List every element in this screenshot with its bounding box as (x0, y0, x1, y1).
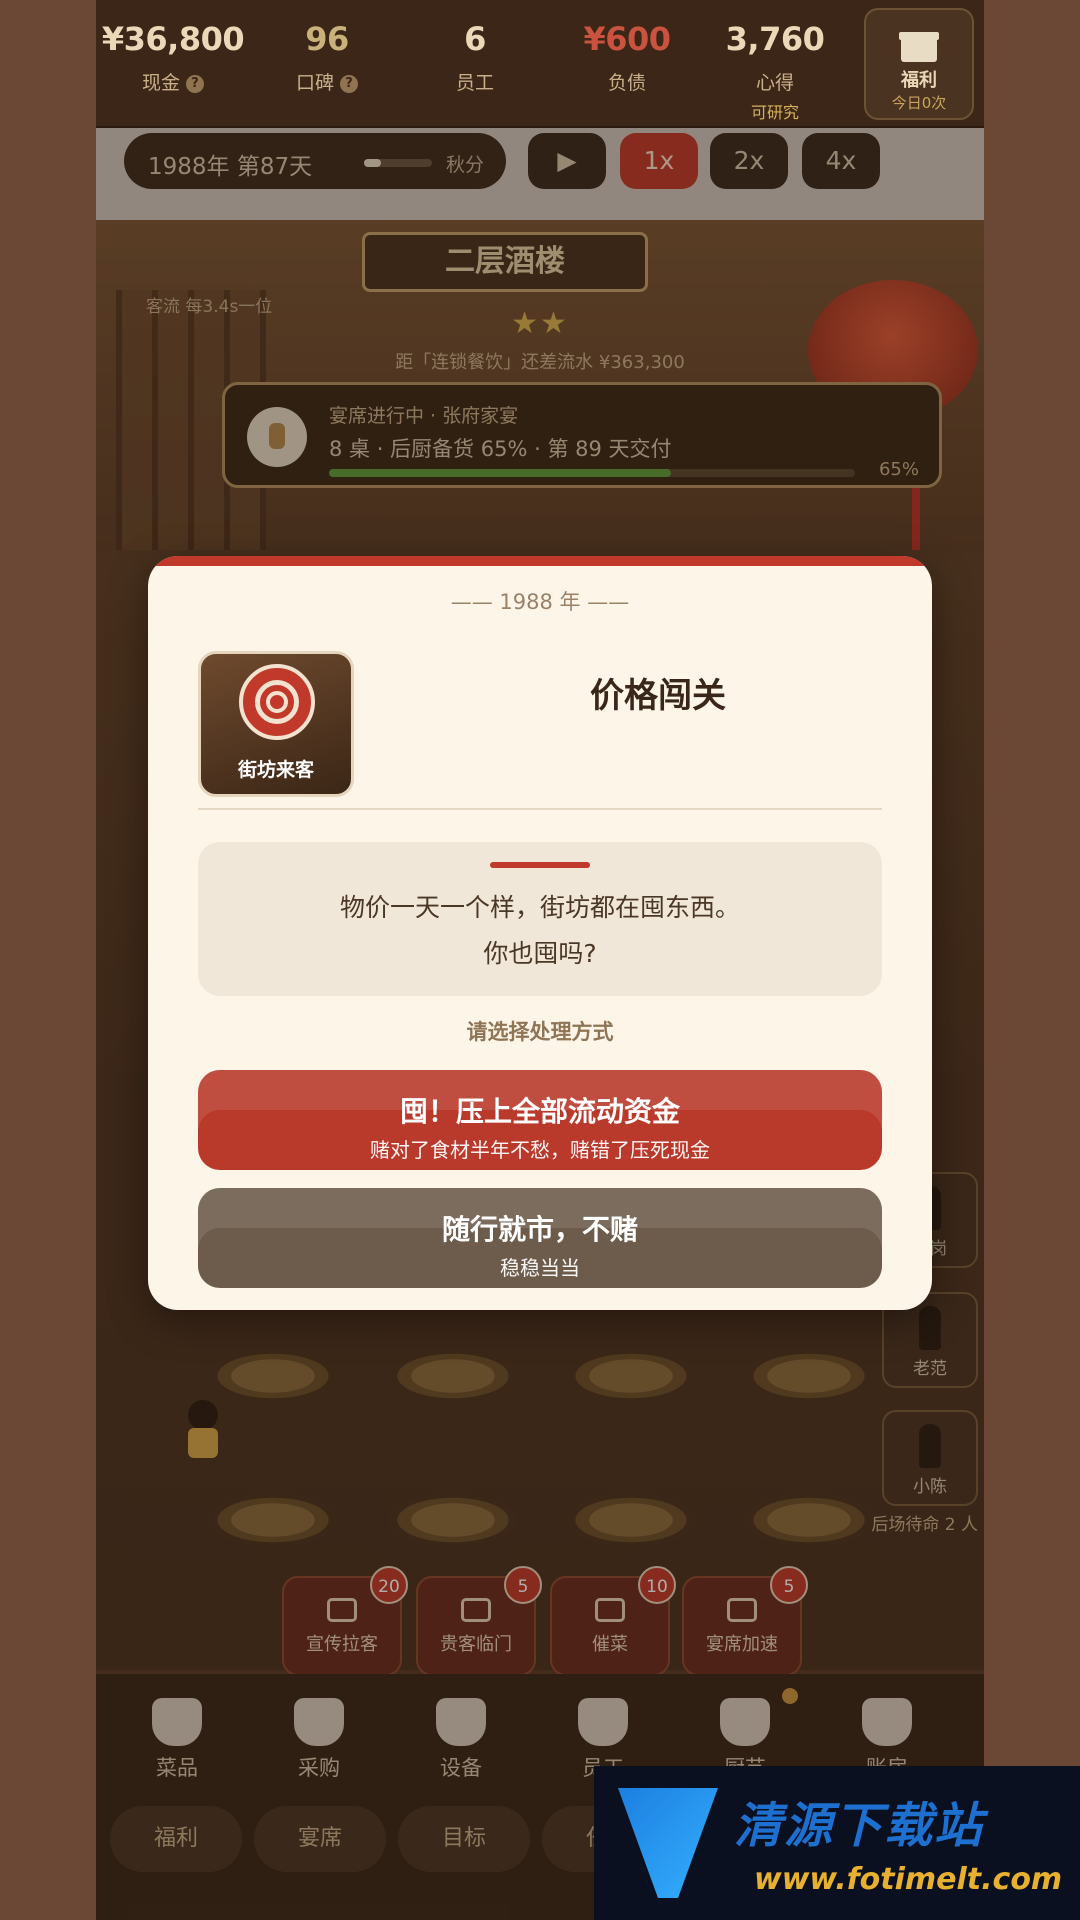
watermark-logo-icon (618, 1788, 718, 1898)
game-screen: ¥36,800 现金? 96 口碑? 6 员工 ¥600 负债 3,760 心得… (96, 0, 984, 1920)
welfare-count: 今日0次 (891, 94, 947, 112)
target-icon (239, 664, 315, 740)
stat-staff[interactable]: 6 员工 (400, 20, 550, 95)
stat-insight[interactable]: 3,760 心得 可研究 (700, 20, 850, 123)
stat-reputation[interactable]: 96 口碑? (252, 20, 402, 95)
event-description: 物价一天一个样，街坊都在囤东西。 你也囤吗? (198, 842, 882, 996)
choice-subtitle: 赌对了食材半年不愁，赌错了压死现金 (370, 1138, 710, 1162)
watermark-name: 清源下载站 (734, 1798, 985, 1854)
stats-bar: ¥36,800 现金? 96 口碑? 6 员工 ¥600 负债 3,760 心得… (96, 0, 984, 128)
event-image-caption: 街坊来客 (237, 759, 314, 781)
choice-title: 随行就市，不赌 (441, 1213, 638, 1246)
choice-hoard-button[interactable]: 囤！压上全部流动资金 赌对了食材半年不愁，赌错了压死现金 (198, 1070, 882, 1170)
choice-follow-market-button[interactable]: 随行就市，不赌 稳稳当当 (198, 1188, 882, 1288)
stat-cash[interactable]: ¥36,800 现金? (98, 20, 248, 95)
help-icon[interactable]: ? (186, 74, 204, 93)
insight-label: 心得 (755, 72, 794, 94)
choice-subtitle: 稳稳当当 (500, 1256, 580, 1280)
description-accent (490, 862, 590, 868)
event-title: 价格闯关 (590, 676, 726, 716)
help-icon[interactable]: ? (340, 74, 358, 93)
watermark-url: www.fotimelt.com (754, 1862, 1063, 1897)
research-available: 可研究 (750, 103, 799, 122)
debt-value: ¥600 (583, 20, 671, 58)
watermark: 清源下载站 www.fotimelt.com (594, 1766, 1080, 1920)
welfare-label: 福利 (901, 70, 937, 91)
description-line-1: 物价一天一个样，街坊都在囤东西。 (339, 893, 740, 922)
event-image: 街坊来客 (198, 651, 354, 797)
staff-value: 6 (464, 20, 486, 58)
cash-label: 现金 (141, 72, 180, 94)
event-year: —— 1988 年 —— (450, 590, 630, 614)
stat-debt[interactable]: ¥600 负债 (552, 20, 702, 95)
reputation-value: 96 (305, 20, 349, 58)
welfare-button[interactable]: 福利 今日0次 (864, 8, 974, 120)
insight-value: 3,760 (725, 20, 825, 58)
modal-accent-line (148, 556, 932, 566)
choice-prompt: 请选择处理方式 (466, 1020, 614, 1044)
cash-value: ¥36,800 (101, 20, 245, 58)
staff-label: 员工 (455, 72, 494, 94)
modal-divider (198, 808, 882, 810)
description-line-2: 你也囤吗? (483, 939, 597, 968)
event-modal: —— 1988 年 —— 街坊来客 价格闯关 物价一天一个样，街坊都在囤东西。 … (148, 556, 932, 1310)
debt-label: 负债 (607, 72, 646, 94)
reputation-label: 口碑 (295, 72, 334, 94)
gift-icon (899, 28, 939, 62)
choice-title: 囤！压上全部流动资金 (399, 1095, 680, 1128)
